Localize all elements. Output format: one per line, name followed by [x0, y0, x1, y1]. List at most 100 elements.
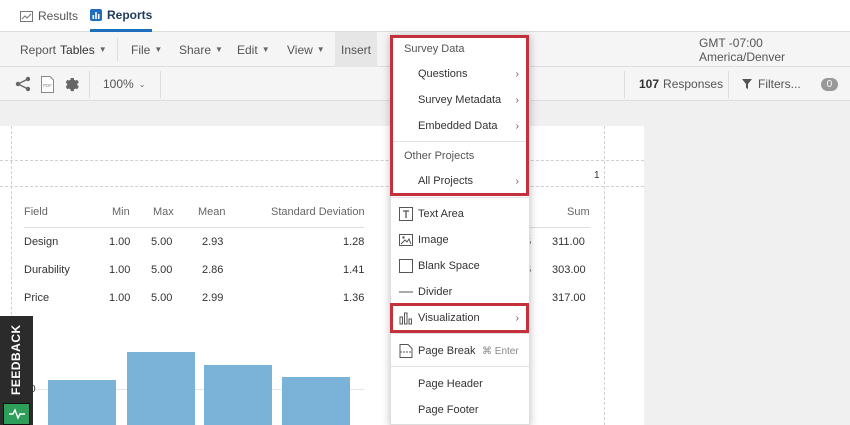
page-margin-guide	[0, 186, 644, 187]
responses-number: 107	[639, 77, 660, 91]
table-cell: 1.36	[343, 292, 365, 304]
chevron-down-icon: ▼	[98, 45, 107, 54]
chevron-down-icon: ▼	[261, 45, 270, 54]
top-navigation: Results Reports	[0, 0, 850, 32]
table-row-field: Durability	[24, 264, 70, 276]
menu-item-image[interactable]: Image	[391, 227, 529, 253]
menu-edit[interactable]: Edit ▼	[237, 32, 270, 67]
report-selector[interactable]: Report Tables ▼	[20, 32, 107, 67]
image-icon	[399, 234, 413, 246]
table-header-field: Field	[24, 206, 48, 218]
table-cell: 1.00	[109, 236, 131, 248]
table-header-std: Standard Deviation	[271, 206, 365, 218]
tab-results[interactable]: Results	[20, 0, 78, 32]
tab-reports[interactable]: Reports	[90, 0, 153, 32]
menu-item-page-break[interactable]: Page Break ⌘ Enter	[391, 338, 529, 364]
divider	[728, 71, 729, 98]
chart-bar	[48, 380, 116, 425]
table-header-sum: Sum	[567, 206, 590, 218]
table-header-min: Min	[112, 206, 130, 218]
pulse-icon[interactable]	[3, 403, 30, 425]
table-header-divider	[530, 227, 590, 228]
chevron-down-icon: ▼	[154, 45, 163, 54]
page-break-icon	[399, 344, 413, 358]
menu-item-page-footer[interactable]: Page Footer	[391, 397, 529, 423]
svg-text:PDF: PDF	[43, 83, 52, 88]
table-header-mean: Mean	[198, 206, 226, 218]
feedback-label[interactable]: FEEDBACK	[3, 320, 29, 400]
share-icon[interactable]	[15, 67, 31, 101]
chevron-down-icon: ▼	[215, 45, 223, 54]
text-area-icon	[399, 207, 413, 221]
table-row-field: Design	[24, 236, 59, 248]
menu-file-label: File	[131, 42, 151, 57]
divider-icon	[399, 291, 413, 293]
responses-label: Responses	[663, 77, 724, 91]
table-header-max: Max	[153, 206, 174, 218]
menu-item-label: Text Area	[418, 208, 464, 220]
menu-item-label: Page Break	[418, 345, 476, 357]
table-cell: 2.99	[202, 292, 224, 304]
menu-view-label: View	[287, 42, 313, 57]
table-cell: 5.00	[151, 292, 173, 304]
table-header-divider	[24, 227, 364, 228]
divider	[160, 71, 161, 98]
divider	[89, 71, 90, 98]
table-cell: 2.86	[202, 264, 224, 276]
menu-item-label: Image	[418, 234, 449, 246]
menu-view[interactable]: View ▼	[287, 32, 325, 67]
timezone-label: GMT -07:00 America/Denver	[699, 35, 786, 64]
chevron-down-icon: ▼	[316, 45, 325, 54]
table-cell: 1.28	[343, 236, 365, 248]
menu-divider	[391, 197, 529, 198]
gear-icon[interactable]	[64, 67, 79, 101]
tab-reports-label: Reports	[107, 7, 153, 22]
page-number: 1	[594, 170, 600, 181]
chart-bar	[204, 365, 272, 425]
pdf-icon[interactable]: PDF	[41, 67, 54, 101]
filters-label: Filters...	[758, 77, 801, 91]
menu-insert[interactable]: Insert	[335, 32, 378, 67]
menu-file[interactable]: File ▼	[131, 32, 162, 67]
menu-item-divider[interactable]: Divider	[391, 279, 529, 305]
table-cell: 317.00	[552, 292, 586, 304]
menu-share-label: Share	[179, 42, 212, 57]
filter-icon	[742, 79, 752, 89]
chart-bar	[282, 377, 350, 425]
menu-item-page-header[interactable]: Page Header	[391, 371, 529, 397]
table-row-field: Price	[24, 292, 50, 304]
reports-icon	[90, 8, 102, 21]
report-prefix: Report	[20, 42, 57, 57]
table-cell: 1.41	[343, 264, 365, 276]
table-cell: 2.93	[202, 236, 224, 248]
menu-edit-label: Edit	[237, 42, 258, 57]
results-icon	[20, 10, 33, 22]
menu-item-label: Blank Space	[418, 260, 480, 272]
table-cell: 303.00	[552, 264, 586, 276]
zoom-select[interactable]: 100% ⌄	[103, 67, 145, 101]
tab-results-label: Results	[38, 9, 79, 23]
shortcut-label: ⌘ Enter	[482, 345, 519, 357]
highlight-survey-data	[390, 35, 529, 196]
menu-share[interactable]: Share ▼	[179, 32, 223, 67]
filters-button[interactable]: Filters... 0	[742, 67, 839, 101]
page-margin-guide	[604, 126, 605, 425]
menu-item-blank-space[interactable]: Blank Space	[391, 253, 529, 279]
menu-item-label: Divider	[418, 286, 453, 298]
menu-insert-label: Insert	[341, 42, 372, 57]
table-cell: 311.00	[552, 236, 585, 248]
divider	[624, 71, 625, 98]
filters-count-badge: 0	[820, 77, 839, 91]
report-name: Tables	[60, 42, 95, 57]
menu-item-label: Page Footer	[418, 404, 479, 416]
timezone[interactable]: GMT -07:00 America/Denver	[699, 32, 850, 67]
chart-bar	[127, 352, 195, 425]
menu-divider	[391, 366, 529, 367]
responses-count: 107 Responses	[639, 67, 723, 101]
table-cell: 5.00	[151, 264, 173, 276]
menu-item-label: Page Header	[418, 378, 483, 390]
menu-item-text-area[interactable]: Text Area	[391, 201, 529, 227]
menu-divider	[391, 333, 529, 334]
table-cell: 1.00	[109, 264, 131, 276]
chevron-down-icon: ⌄	[138, 79, 146, 89]
